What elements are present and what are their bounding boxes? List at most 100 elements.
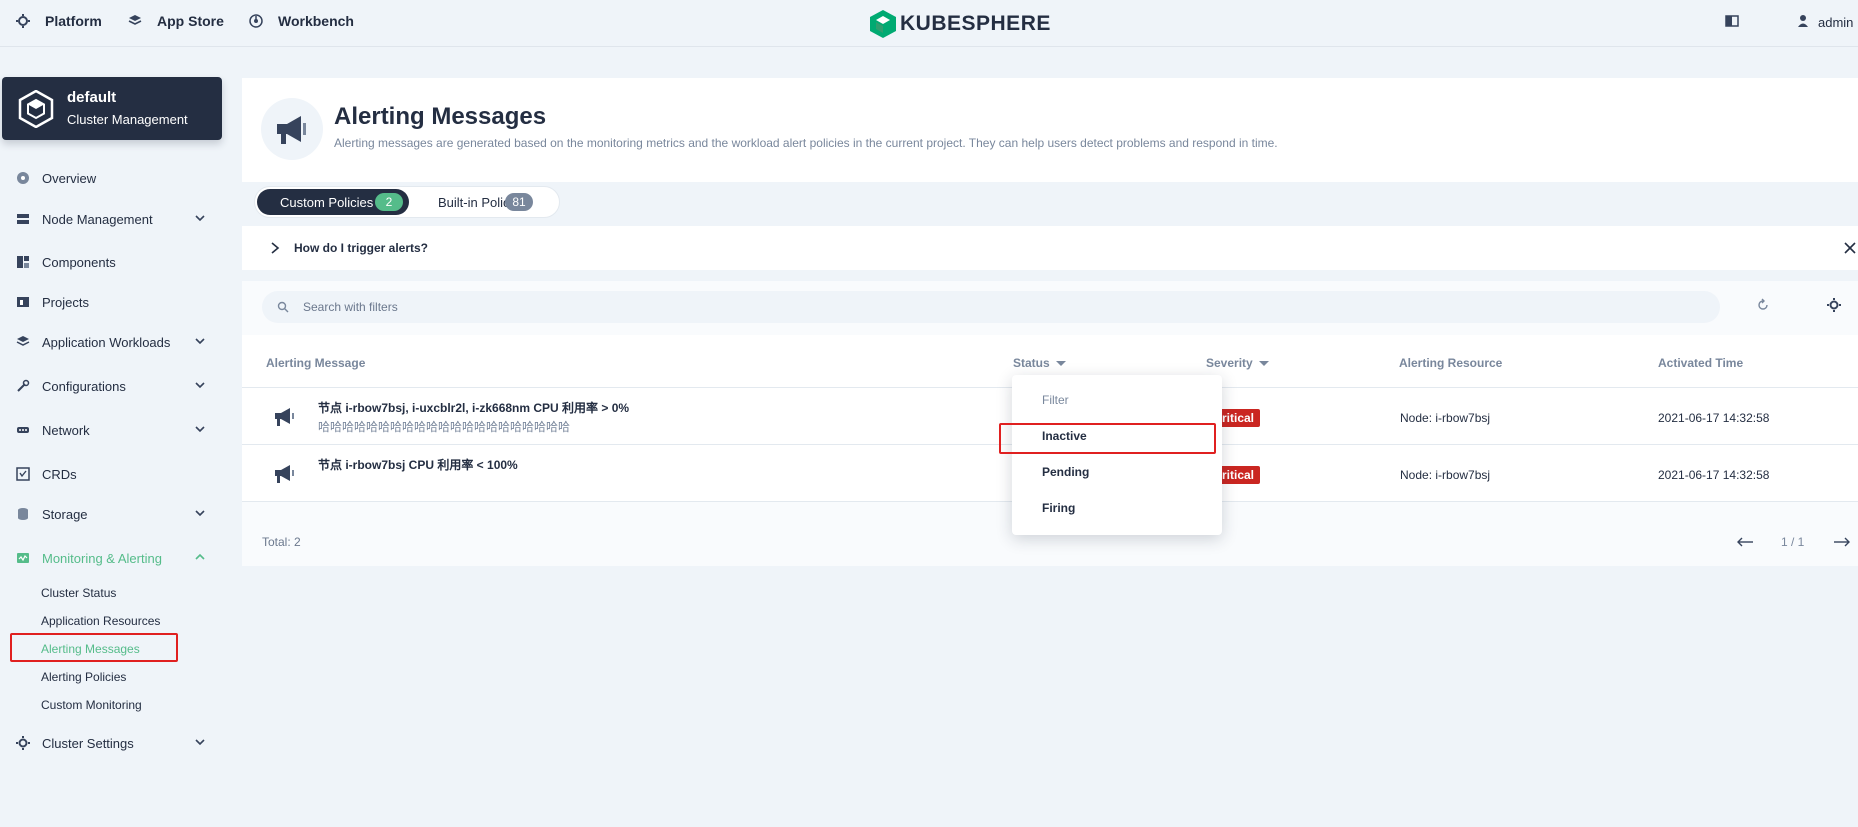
sidebar-subitem-application-resources[interactable]: Application Resources	[41, 614, 160, 628]
chevron-down-icon	[195, 739, 205, 746]
arrow-right-icon[interactable]	[1833, 536, 1851, 548]
tab-label: Custom Policies	[280, 194, 374, 210]
tab-custom-policies[interactable]: Custom Policies 2	[257, 189, 409, 215]
chevron-down-icon	[195, 338, 205, 345]
sidebar-item-network[interactable]: Network	[16, 418, 206, 442]
chevron-down-icon	[195, 426, 205, 433]
arrow-left-icon[interactable]	[1736, 536, 1754, 548]
sidebar-item-configurations[interactable]: Configurations	[16, 374, 206, 398]
column-header-label: Alerting Message	[266, 356, 366, 370]
dropdown-option-inactive[interactable]: Inactive	[1042, 429, 1087, 443]
sidebar-subitem-cluster-status[interactable]: Cluster Status	[41, 586, 116, 600]
docs-icon[interactable]	[1725, 14, 1739, 31]
project-icon	[16, 295, 30, 309]
crd-icon	[16, 467, 30, 481]
column-header-severity[interactable]: Severity	[1206, 356, 1269, 370]
column-header-label: Status	[1013, 356, 1050, 370]
sidebar-item-projects[interactable]: Projects	[16, 290, 206, 314]
megaphone-icon	[261, 98, 323, 160]
kubesphere-logo[interactable]: KUBESPHERE	[870, 10, 1051, 38]
column-header-label: Alerting Resource	[1399, 356, 1503, 370]
kubesphere-logo-icon	[870, 10, 896, 38]
search-placeholder: Search with filters	[303, 300, 398, 314]
sidebar-item-label: Monitoring & Alerting	[42, 550, 162, 566]
chevron-up-icon	[195, 553, 205, 560]
sidebar-item-monitoring-alerting[interactable]: Monitoring & Alerting	[16, 546, 206, 570]
workbench-menu[interactable]: Workbench	[248, 13, 354, 29]
sidebar-item-label: Network	[42, 422, 90, 438]
sidebar-item-crds[interactable]: CRDs	[16, 462, 206, 486]
sidebar-item-node-management[interactable]: Node Management	[16, 207, 206, 231]
column-header-status[interactable]: Status	[1013, 356, 1066, 370]
severity-badge: ritical	[1216, 409, 1261, 427]
cluster-name: default	[67, 89, 117, 106]
dashboard-icon	[16, 171, 30, 185]
table-toolbar: Search with filters	[242, 281, 1858, 335]
database-icon	[16, 507, 30, 521]
total-count: Total: 2	[262, 535, 301, 549]
sidebar-item-label: CRDs	[42, 466, 77, 482]
sidebar-item-label: Node Management	[42, 211, 153, 227]
count-badge: 81	[505, 193, 533, 211]
column-header-message: Alerting Message	[266, 356, 365, 370]
caret-down-icon	[1055, 360, 1066, 366]
sidebar-subitem-custom-monitoring[interactable]: Custom Monitoring	[41, 698, 142, 712]
app-store-menu[interactable]: App Store	[127, 13, 224, 29]
tip-text: How do I trigger alerts?	[294, 241, 429, 255]
severity-badge: ritical	[1216, 466, 1261, 484]
tab-builtin-policies[interactable]: Built-in Policies 81	[415, 189, 541, 215]
page-description: Alerting messages are generated based on…	[334, 136, 1278, 150]
status-filter-dropdown: Filter Inactive Pending Firing	[1012, 375, 1222, 535]
policy-tabs: Custom Policies 2 Built-in Policies 81	[254, 186, 560, 218]
search-icon	[277, 301, 289, 313]
gear-icon	[16, 736, 30, 750]
close-icon[interactable]	[1843, 241, 1857, 255]
cluster-icon	[18, 90, 54, 128]
megaphone-icon	[275, 408, 294, 426]
gear-icon[interactable]	[1827, 298, 1841, 312]
chevron-down-icon	[195, 510, 205, 517]
chevron-right-icon[interactable]	[270, 241, 280, 255]
top-navbar: Platform App Store Workbench KUBESPHERE …	[0, 0, 1858, 47]
sidebar-item-components[interactable]: Components	[16, 250, 206, 274]
components-icon	[16, 255, 30, 269]
gear-icon	[15, 13, 31, 29]
sidebar-item-storage[interactable]: Storage	[16, 502, 206, 526]
dropdown-option-pending[interactable]: Pending	[1042, 465, 1089, 479]
cluster-selector[interactable]: default Cluster Management	[2, 77, 222, 140]
alert-resource: Node: i-rbow7bsj	[1400, 411, 1491, 425]
sidebar-item-overview[interactable]: Overview	[16, 166, 206, 190]
dropdown-option-firing[interactable]: Firing	[1042, 501, 1075, 515]
sidebar-subitem-alerting-policies[interactable]: Alerting Policies	[41, 670, 126, 684]
refresh-icon[interactable]	[1756, 298, 1770, 312]
platform-label: Platform	[45, 13, 102, 29]
chevron-down-icon	[195, 382, 205, 389]
sidebar-item-label: Application Workloads	[42, 334, 171, 350]
sidebar-item-application-workloads[interactable]: Application Workloads	[16, 330, 206, 354]
sidebar-item-label: Components	[42, 254, 116, 270]
sidebar-item-cluster-settings[interactable]: Cluster Settings	[16, 731, 206, 755]
logo-text: KUBESPHERE	[900, 12, 1051, 35]
sidebar-subitem-alerting-messages[interactable]: Alerting Messages	[41, 642, 140, 656]
page-indicator: 1 / 1	[1781, 535, 1805, 549]
layers-icon	[127, 13, 143, 29]
dashboard-icon	[248, 13, 264, 29]
tip-banner[interactable]: How do I trigger alerts?	[242, 226, 1858, 270]
alert-time: 2021-06-17 14:32:58	[1658, 411, 1770, 425]
user-icon[interactable]	[1797, 14, 1809, 31]
page-header: Alerting Messages Alerting messages are …	[242, 78, 1858, 182]
platform-menu[interactable]: Platform	[15, 13, 102, 29]
app-store-label: App Store	[157, 13, 224, 29]
count-badge: 2	[375, 193, 403, 211]
layers-icon	[16, 335, 30, 349]
caret-down-icon	[1258, 360, 1269, 366]
user-name[interactable]: admin	[1818, 15, 1853, 30]
alert-title: 节点 i-rbow7bsj CPU 利用率 < 100%	[318, 458, 518, 472]
search-input[interactable]: Search with filters	[262, 291, 1720, 323]
column-header-label: Activated Time	[1658, 356, 1744, 370]
sidebar-item-label: Projects	[42, 294, 89, 310]
network-icon	[16, 423, 30, 437]
sidebar-item-label: Configurations	[42, 378, 126, 394]
alert-time: 2021-06-17 14:32:58	[1658, 468, 1770, 482]
sidebar-item-label: Cluster Settings	[42, 735, 134, 751]
